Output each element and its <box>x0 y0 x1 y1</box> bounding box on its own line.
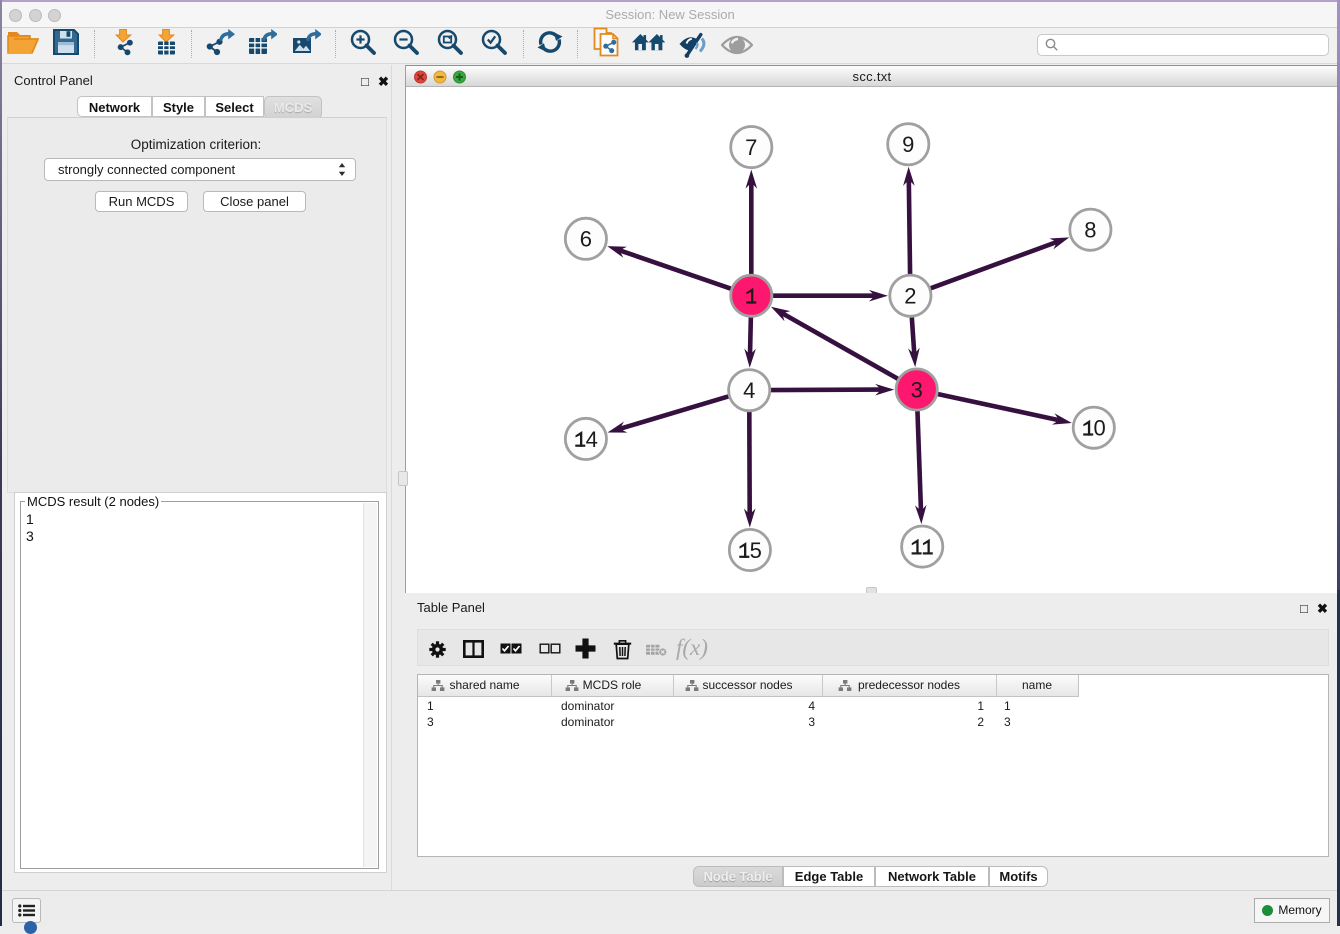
svg-text:6: 6 <box>580 227 592 252</box>
svg-text:8: 8 <box>1084 218 1096 243</box>
svg-text:3: 3 <box>911 377 923 402</box>
svg-text:5: 5 <box>750 538 762 563</box>
svg-text:2: 2 <box>904 284 916 309</box>
svg-text:9: 9 <box>902 132 914 157</box>
svg-text:4: 4 <box>743 378 755 403</box>
svg-text:0: 0 <box>1093 416 1105 441</box>
svg-text:4: 4 <box>586 427 598 452</box>
svg-text:7: 7 <box>745 135 757 160</box>
